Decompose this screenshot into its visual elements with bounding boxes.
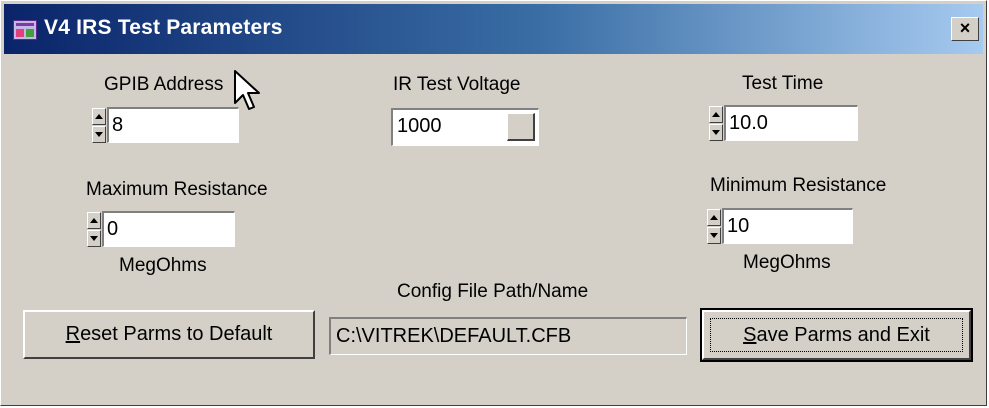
- ir-test-voltage-slider[interactable]: 1000: [391, 108, 539, 146]
- reset-mnemonic: R: [65, 323, 81, 345]
- minimum-resistance-unit: MegOhms: [743, 252, 831, 273]
- test-time-label: Test Time: [742, 73, 824, 94]
- minimum-resistance-label: Minimum Resistance: [710, 175, 887, 196]
- maximum-resistance-input[interactable]: 0: [102, 211, 235, 247]
- dialog-window: V4 IRS Test Parameters × GPIB Address 8 …: [0, 0, 987, 406]
- reset-parms-button[interactable]: Reset Parms to Default: [23, 310, 315, 359]
- spin-down-icon[interactable]: [707, 227, 721, 244]
- spin-down-icon[interactable]: [709, 124, 723, 141]
- spin-up-icon[interactable]: [707, 209, 721, 226]
- focus-rectangle: [710, 318, 963, 352]
- spin-up-icon[interactable]: [709, 106, 723, 123]
- test-time-spinner[interactable]: [709, 106, 723, 142]
- maximum-resistance-unit: MegOhms: [119, 255, 207, 276]
- spin-up-icon[interactable]: [92, 108, 106, 125]
- ir-test-voltage-value: 1000: [397, 115, 442, 137]
- minimum-resistance-input[interactable]: 10: [722, 208, 853, 244]
- maximum-resistance-label: Maximum Resistance: [86, 179, 268, 200]
- gpib-address-input[interactable]: 8: [107, 107, 239, 143]
- config-file-path-field[interactable]: C:\VITREK\DEFAULT.CFB: [329, 317, 687, 355]
- config-file-label: Config File Path/Name: [397, 281, 589, 302]
- ir-test-voltage-label: IR Test Voltage: [393, 74, 521, 95]
- maximum-resistance-spinner[interactable]: [87, 212, 101, 248]
- spin-down-icon[interactable]: [87, 230, 101, 247]
- minimum-resistance-spinner[interactable]: [707, 209, 721, 245]
- save-parms-and-exit-button[interactable]: Save Parms and Exit: [700, 308, 973, 362]
- slider-thumb[interactable]: [507, 113, 535, 141]
- close-icon[interactable]: ×: [951, 17, 979, 41]
- app-icon: [13, 20, 37, 40]
- gpib-address-label: GPIB Address: [104, 74, 224, 95]
- mouse-pointer-icon: [234, 70, 260, 110]
- test-time-input[interactable]: 10.0: [724, 105, 858, 141]
- gpib-address-spinner[interactable]: [92, 108, 106, 144]
- spin-down-icon[interactable]: [92, 126, 106, 143]
- reset-label: eset Parms to Default: [80, 323, 273, 345]
- spin-up-icon[interactable]: [87, 212, 101, 229]
- window-title: V4 IRS Test Parameters: [44, 16, 283, 39]
- title-bar[interactable]: V4 IRS Test Parameters ×: [4, 4, 983, 54]
